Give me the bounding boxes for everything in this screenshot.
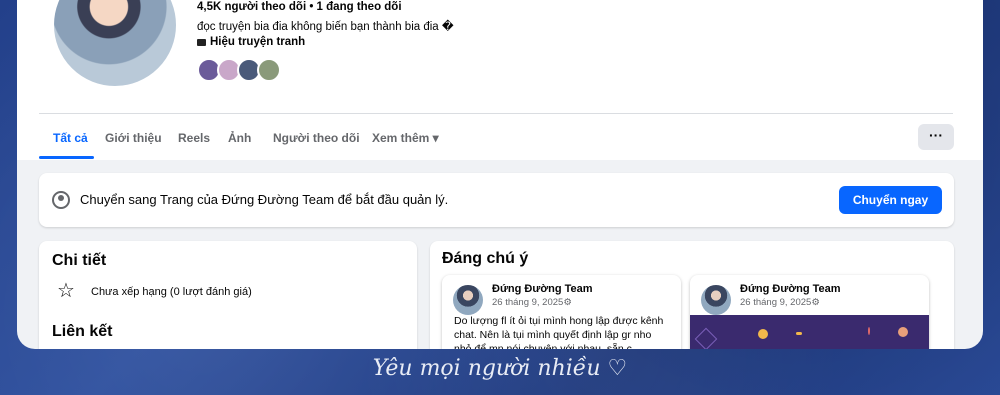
profile-switch-icon [52,191,70,209]
details-title: Chi tiết [52,252,107,269]
category-icon [197,38,206,46]
post-author-avatar[interactable] [453,285,483,315]
image-decoration [758,329,768,339]
profile-avatar[interactable] [50,0,180,90]
tab-all[interactable]: Tất cả [53,131,88,145]
details-card: Chi tiết ☆ Chưa xếp hạng (0 lượt đánh gi… [39,241,417,349]
tab-followers[interactable]: Người theo dõi [273,131,360,145]
image-decoration [796,332,802,335]
divider [39,113,953,114]
tab-photos[interactable]: Ảnh [228,131,251,145]
tab-see-more[interactable]: Xem thêm ▾ [372,131,439,145]
switch-now-button[interactable]: Chuyển ngay [839,186,942,214]
image-decoration [694,327,718,349]
image-decoration [898,327,908,337]
facebook-page-frame: 4,5K người theo dõi • 1 đang theo dõi đọ… [17,0,983,349]
tab-reels[interactable]: Reels [178,131,210,145]
star-icon: ☆ [57,280,75,302]
active-tab-indicator [39,156,94,159]
post-text: Do lượng fl ít ỏi tụi mình hong lập được… [454,315,664,349]
links-title: Liên kết [52,323,113,340]
more-options-button[interactable]: ··· [918,124,954,150]
profile-header: 4,5K người theo dõi • 1 đang theo dõi đọ… [17,0,983,160]
featured-post[interactable]: Đứng Đường Team 26 tháng 9, 2025⚙ Do lượ… [442,275,681,349]
post-author[interactable]: Đứng Đường Team [740,283,841,295]
tab-about[interactable]: Giới thiệu [105,131,162,145]
featured-title: Đáng chú ý [442,250,529,267]
rating-text[interactable]: Chưa xếp hạng (0 lượt đánh giá) [91,286,252,298]
post-date[interactable]: 26 tháng 9, 2025⚙ [740,297,820,308]
post-date[interactable]: 26 tháng 9, 2025⚙ [492,297,572,308]
follower-avatar[interactable] [257,58,281,82]
post-author-avatar[interactable] [701,285,731,315]
profile-category: Hiệu truyện tranh [197,36,305,48]
follower-avatars[interactable] [197,58,281,82]
post-author[interactable]: Đứng Đường Team [492,283,593,295]
profile-bio: đọc truyện bia đia không biến bạn thành … [197,21,454,33]
category-label: Hiệu truyện tranh [210,36,306,48]
image-decoration [868,327,870,335]
switch-profile-banner: Chuyển sang Trang của Đứng Đường Team để… [39,173,954,227]
featured-card: Đáng chú ý Đứng Đường Team 26 tháng 9, 2… [430,241,954,349]
featured-post[interactable]: Đứng Đường Team 26 tháng 9, 2025⚙ [690,275,929,349]
followers-count[interactable]: 4,5K người theo dõi • 1 đang theo dõi [197,1,402,13]
footer-caption: Yêu mọi người nhiều ♡ [372,356,628,381]
post-image[interactable] [690,315,929,349]
switch-banner-text: Chuyển sang Trang của Đứng Đường Team để… [80,192,449,207]
